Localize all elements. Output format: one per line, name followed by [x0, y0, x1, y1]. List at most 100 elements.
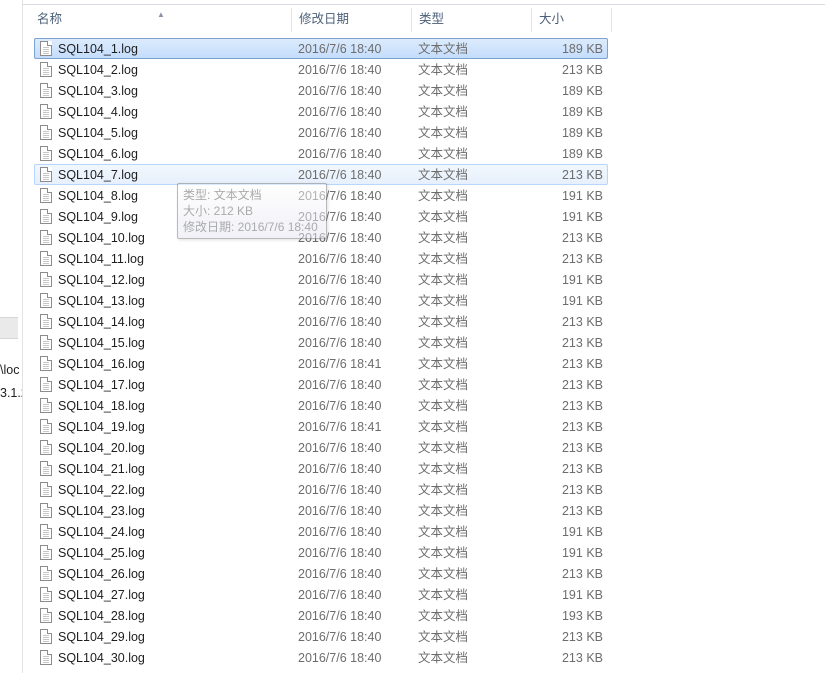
column-header-name[interactable]: 名称 ▲	[30, 8, 292, 32]
file-size: 213 KB	[561, 378, 603, 392]
file-name: SQL104_16.log	[58, 357, 145, 371]
file-type: 文本文档	[418, 378, 469, 392]
file-name: SQL104_10.log	[58, 231, 145, 245]
text-file-icon	[40, 545, 52, 560]
file-date-modified: 2016/7/6 18:40	[298, 504, 382, 518]
file-size: 189 KB	[561, 105, 603, 119]
file-date-modified: 2016/7/6 18:40	[298, 147, 382, 161]
file-row[interactable]: SQL104_13.log 2016/7/6 18:40 文本文档 191 KB	[34, 290, 608, 311]
file-row[interactable]: SQL104_19.log 2016/7/6 18:41 文本文档 213 KB	[34, 416, 608, 437]
file-name: SQL104_24.log	[58, 525, 145, 539]
file-size: 213 KB	[561, 483, 603, 497]
file-type: 文本文档	[418, 273, 469, 287]
file-row[interactable]: SQL104_1.log 2016/7/6 18:40 文本文档 189 KB	[34, 38, 608, 59]
file-type: 文本文档	[418, 483, 469, 497]
file-row[interactable]: SQL104_26.log 2016/7/6 18:40 文本文档 213 KB	[34, 563, 608, 584]
file-type: 文本文档	[418, 189, 469, 203]
file-size: 213 KB	[561, 630, 603, 644]
navigation-pane[interactable]: \loc 3.1.2	[0, 0, 22, 673]
file-name: SQL104_17.log	[58, 378, 145, 392]
column-header-type[interactable]: 类型	[412, 8, 532, 32]
file-row[interactable]: SQL104_28.log 2016/7/6 18:40 文本文档 193 KB	[34, 605, 608, 626]
file-name: SQL104_29.log	[58, 630, 145, 644]
file-row[interactable]: SQL104_14.log 2016/7/6 18:40 文本文档 213 KB	[34, 311, 608, 332]
file-date-modified: 2016/7/6 18:40	[298, 84, 382, 98]
text-file-icon	[40, 209, 52, 224]
file-name: SQL104_26.log	[58, 567, 145, 581]
file-size: 191 KB	[561, 525, 603, 539]
file-size: 213 KB	[561, 168, 603, 182]
file-name: SQL104_11.log	[58, 252, 144, 266]
text-file-icon	[40, 251, 52, 266]
text-file-icon	[40, 461, 52, 476]
column-header-date[interactable]: 修改日期	[292, 8, 412, 32]
file-type: 文本文档	[418, 357, 469, 371]
file-date-modified: 2016/7/6 18:40	[298, 399, 382, 413]
file-type: 文本文档	[418, 42, 469, 56]
file-row[interactable]: SQL104_6.log 2016/7/6 18:40 文本文档 189 KB	[34, 143, 608, 164]
file-date-modified: 2016/7/6 18:40	[298, 462, 382, 476]
file-date-modified: 2016/7/6 18:41	[298, 357, 382, 371]
file-row[interactable]: SQL104_17.log 2016/7/6 18:40 文本文档 213 KB	[34, 374, 608, 395]
file-type: 文本文档	[418, 609, 469, 623]
pane-divider[interactable]	[22, 0, 23, 673]
file-row[interactable]: SQL104_25.log 2016/7/6 18:40 文本文档 191 KB	[34, 542, 608, 563]
file-name: SQL104_23.log	[58, 504, 145, 518]
text-file-icon	[40, 356, 52, 371]
file-size: 189 KB	[561, 84, 603, 98]
text-file-icon	[40, 230, 52, 245]
column-header-size[interactable]: 大小	[532, 8, 612, 32]
file-size: 213 KB	[561, 357, 603, 371]
file-row[interactable]: SQL104_7.log 2016/7/6 18:40 文本文档 213 KB	[34, 164, 608, 185]
tooltip-type: 类型: 文本文档	[183, 188, 262, 202]
file-size: 191 KB	[561, 210, 603, 224]
file-name: SQL104_2.log	[58, 63, 138, 77]
text-file-icon	[40, 41, 52, 56]
file-size: 213 KB	[561, 252, 603, 266]
file-name: SQL104_5.log	[58, 126, 138, 140]
file-date-modified: 2016/7/6 18:40	[298, 105, 382, 119]
file-size: 193 KB	[561, 609, 603, 623]
file-type: 文本文档	[418, 420, 469, 434]
text-file-icon	[40, 167, 52, 182]
file-type: 文本文档	[418, 399, 469, 413]
file-row[interactable]: SQL104_29.log 2016/7/6 18:40 文本文档 213 KB	[34, 626, 608, 647]
file-row[interactable]: SQL104_11.log 2016/7/6 18:40 文本文档 213 KB	[34, 248, 608, 269]
file-size: 189 KB	[561, 126, 603, 140]
file-date-modified: 2016/7/6 18:40	[298, 483, 382, 497]
file-row[interactable]: SQL104_5.log 2016/7/6 18:40 文本文档 189 KB	[34, 122, 608, 143]
nav-selected-item[interactable]	[0, 317, 18, 339]
file-name: SQL104_1.log	[58, 42, 138, 56]
file-date-modified: 2016/7/6 18:40	[298, 525, 382, 539]
file-list: SQL104_1.log 2016/7/6 18:40 文本文档 189 KB SQL1…	[34, 38, 608, 668]
column-header: 名称 ▲ 修改日期 类型 大小	[30, 8, 612, 32]
file-row[interactable]: SQL104_12.log 2016/7/6 18:40 文本文档 191 KB	[34, 269, 608, 290]
file-date-modified: 2016/7/6 18:40	[298, 651, 382, 665]
file-row[interactable]: SQL104_22.log 2016/7/6 18:40 文本文档 213 KB	[34, 479, 608, 500]
file-row[interactable]: SQL104_4.log 2016/7/6 18:40 文本文档 189 KB	[34, 101, 608, 122]
file-size: 191 KB	[561, 588, 603, 602]
text-file-icon	[40, 335, 52, 350]
file-date-modified: 2016/7/6 18:40	[298, 546, 382, 560]
file-row[interactable]: SQL104_30.log 2016/7/6 18:40 文本文档 213 KB	[34, 647, 608, 668]
file-row[interactable]: SQL104_2.log 2016/7/6 18:40 文本文档 213 KB	[34, 59, 608, 80]
file-type: 文本文档	[418, 84, 469, 98]
file-name: SQL104_14.log	[58, 315, 145, 329]
file-row[interactable]: SQL104_23.log 2016/7/6 18:40 文本文档 213 KB	[34, 500, 608, 521]
file-row[interactable]: SQL104_24.log 2016/7/6 18:40 文本文档 191 KB	[34, 521, 608, 542]
file-row[interactable]: SQL104_18.log 2016/7/6 18:40 文本文档 213 KB	[34, 395, 608, 416]
text-file-icon	[40, 419, 52, 434]
file-type: 文本文档	[418, 462, 469, 476]
file-row[interactable]: SQL104_20.log 2016/7/6 18:40 文本文档 213 KB	[34, 437, 608, 458]
text-file-icon	[40, 587, 52, 602]
file-name: SQL104_6.log	[58, 147, 138, 161]
file-type: 文本文档	[418, 126, 469, 140]
file-row[interactable]: SQL104_16.log 2016/7/6 18:41 文本文档 213 KB	[34, 353, 608, 374]
file-row[interactable]: SQL104_3.log 2016/7/6 18:40 文本文档 189 KB	[34, 80, 608, 101]
file-type: 文本文档	[418, 147, 469, 161]
file-row[interactable]: SQL104_15.log 2016/7/6 18:40 文本文档 213 KB	[34, 332, 608, 353]
text-file-icon	[40, 314, 52, 329]
file-row[interactable]: SQL104_27.log 2016/7/6 18:40 文本文档 191 KB	[34, 584, 608, 605]
file-row[interactable]: SQL104_21.log 2016/7/6 18:40 文本文档 213 KB	[34, 458, 608, 479]
file-name: SQL104_21.log	[58, 462, 145, 476]
